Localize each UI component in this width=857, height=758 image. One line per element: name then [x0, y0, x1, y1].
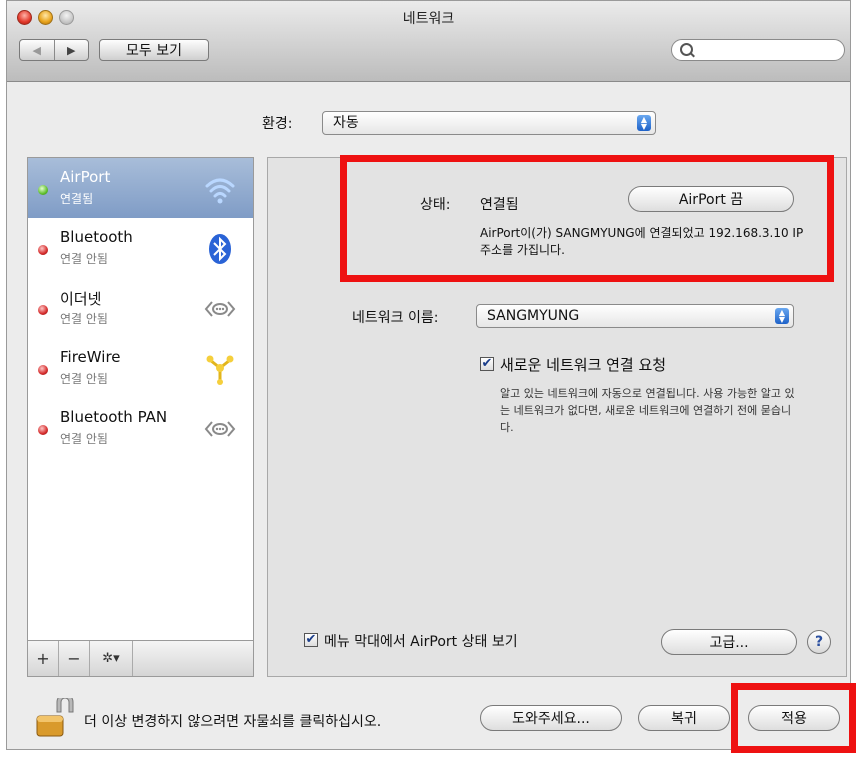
apply-button[interactable]: 적용	[748, 705, 840, 731]
show-all-button[interactable]: 모두 보기	[99, 39, 209, 61]
lock-instruction-text: 더 이상 변경하지 않으려면 자물쇠를 클릭하십시오.	[84, 714, 382, 730]
wifi-icon	[203, 172, 237, 206]
service-list-toolbar: + − ✲▾	[27, 640, 254, 677]
search-field[interactable]	[671, 39, 845, 61]
help-button[interactable]: ?	[807, 630, 831, 654]
service-status: 연결 안됨	[60, 312, 108, 326]
status-dot-icon	[38, 305, 48, 315]
status-dot-icon	[38, 365, 48, 375]
remove-service-button[interactable]: −	[59, 641, 90, 676]
status-dot-icon	[38, 245, 48, 255]
service-list: AirPort 연결됨 Bluetooth 연결 안됨 이더넷 연결 안됨 FireWire…	[27, 157, 254, 677]
service-name: 이더넷	[60, 290, 102, 308]
popup-arrows-icon: ▲ ▼	[775, 308, 789, 324]
assist-me-button[interactable]: 도와주세요...	[480, 705, 622, 731]
lock-icon[interactable]	[35, 693, 75, 738]
airport-off-button[interactable]: AirPort 끔	[628, 186, 794, 212]
firewire-icon	[203, 352, 237, 386]
service-status: 연결 안됨	[60, 252, 108, 266]
location-label: 환경:	[262, 116, 293, 132]
location-popup[interactable]: 자동 ▲ ▼	[322, 111, 656, 135]
ethernet-icon	[203, 292, 237, 326]
service-status: 연결됨	[60, 192, 94, 206]
search-icon	[680, 43, 693, 56]
forward-icon[interactable]: ▶	[55, 40, 89, 60]
service-item[interactable]: AirPort 연결됨	[28, 158, 253, 218]
location-value: 자동	[333, 115, 359, 131]
service-name: AirPort	[60, 168, 111, 186]
service-item[interactable]: FireWire 연결 안됨	[28, 338, 253, 398]
status-label: 상태:	[420, 197, 451, 213]
gear-icon[interactable]: ✲▾	[90, 641, 133, 676]
revert-button[interactable]: 복귀	[638, 705, 730, 731]
service-name: Bluetooth PAN	[60, 408, 168, 426]
service-name: FireWire	[60, 348, 121, 366]
network-name-label: 네트워크 이름:	[352, 310, 439, 326]
service-status: 연결 안됨	[60, 372, 108, 386]
service-item[interactable]: Bluetooth 연결 안됨	[28, 218, 253, 278]
service-item[interactable]: Bluetooth PAN 연결 안됨	[28, 398, 253, 458]
ask-join-label: 새로운 네트워크 연결 요청	[500, 356, 667, 374]
ask-join-checkbox[interactable]: ✔	[480, 357, 494, 371]
bluetooth-icon	[203, 232, 237, 266]
service-name: Bluetooth	[60, 228, 133, 246]
ethernet-icon	[203, 412, 237, 446]
title-bar: 네트워크 ◀ ▶ 모두 보기	[7, 1, 850, 82]
service-status: 연결 안됨	[60, 432, 108, 446]
show-in-menu-bar-label: 메뉴 막대에서 AirPort 상태 보기	[324, 634, 518, 650]
status-dot-icon	[38, 185, 48, 195]
ask-join-description: 알고 있는 네트워크에 자동으로 연결됩니다. 사용 가능한 알고 있는 네트워…	[500, 387, 795, 434]
network-name-popup[interactable]: SANGMYUNG ▲ ▼	[476, 304, 794, 328]
popup-arrows-icon: ▲ ▼	[637, 115, 651, 131]
advanced-button[interactable]: 고급...	[661, 629, 797, 655]
back-forward-control: ◀ ▶	[19, 39, 89, 61]
add-service-button[interactable]: +	[28, 641, 59, 676]
status-value: 연결됨	[480, 197, 519, 213]
back-icon[interactable]: ◀	[20, 40, 55, 60]
status-dot-icon	[38, 425, 48, 435]
service-item[interactable]: 이더넷연결 안됨	[28, 278, 253, 338]
window-title: 네트워크	[402, 11, 455, 27]
status-description: AirPort이(가) SANGMYUNG에 연결되었고 192.168.3.1…	[480, 226, 804, 257]
show-in-menu-bar-checkbox[interactable]: ✔	[304, 633, 318, 647]
network-name-value: SANGMYUNG	[487, 308, 580, 324]
